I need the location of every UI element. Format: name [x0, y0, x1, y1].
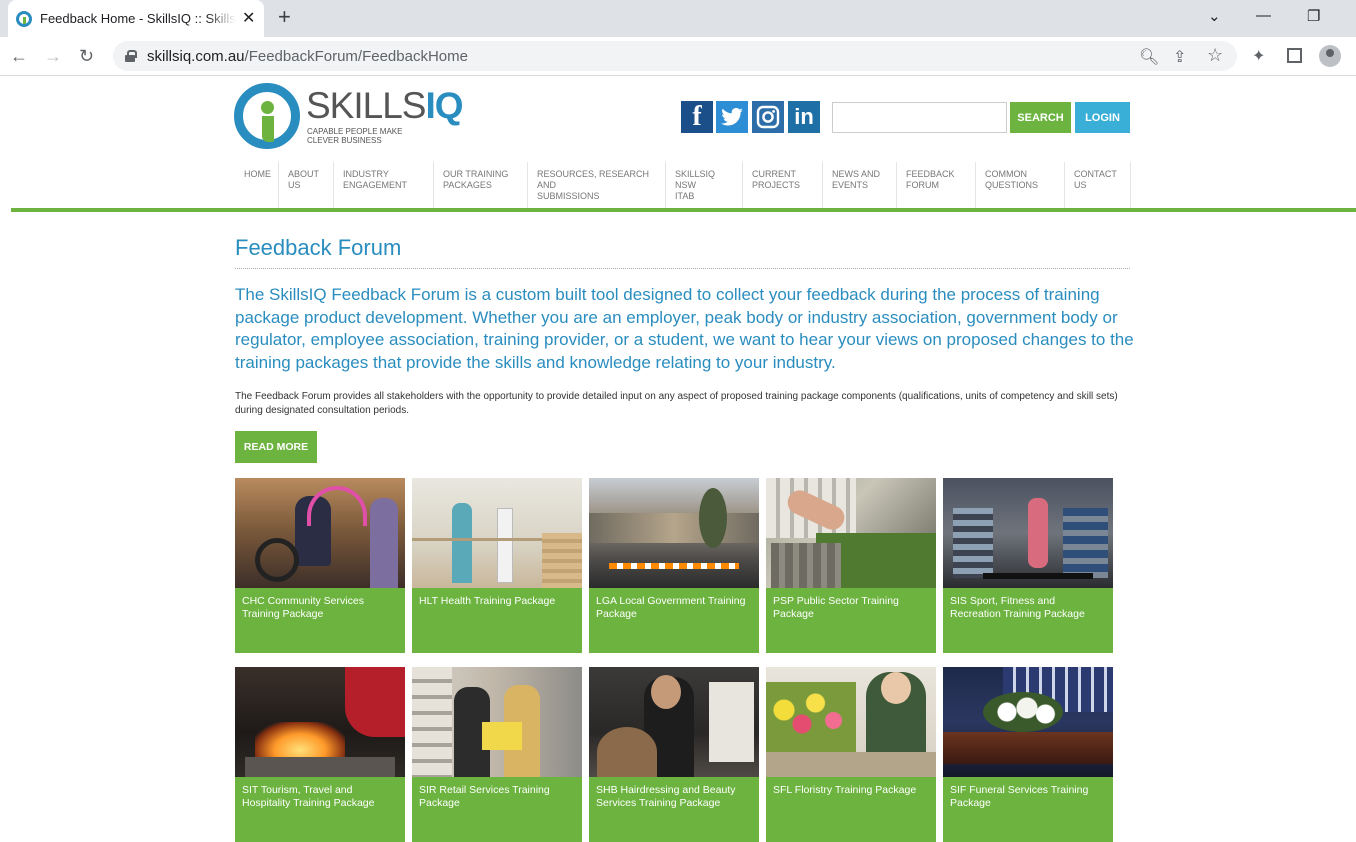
card-image — [235, 478, 405, 588]
card-sir-retail-services[interactable]: SIR Retail Services Training Package — [412, 667, 582, 842]
intro-body: The Feedback Forum provides all stakehol… — [235, 391, 1118, 416]
card-sfl-floristry[interactable]: SFL Floristry Training Package — [766, 667, 936, 842]
card-caption: HLT Health Training Package — [419, 595, 556, 607]
logo-mark-icon — [234, 83, 300, 149]
page-title: Feedback Forum — [235, 235, 402, 260]
header-divider — [11, 208, 1356, 212]
card-sit-tourism-travel[interactable]: SIT Tourism, Travel and Hospitality Trai… — [235, 667, 405, 842]
nav-industry-engagement[interactable]: INDUSTRY ENGAGEMENT — [334, 162, 434, 209]
card-image — [589, 478, 759, 588]
card-caption: SIT Tourism, Travel and Hospitality Trai… — [242, 784, 375, 809]
page: SKILLSIQ CAPABLE PEOPLE MAKE CLEVER BUSIN… — [0, 76, 1356, 842]
profile-avatar-icon[interactable] — [1319, 45, 1341, 67]
intro-lead: The SkillsIQ Feedback Forum is a custom … — [235, 285, 1134, 372]
url-text[interactable]: skillsiq.com.au/FeedbackForum/FeedbackHo… — [147, 48, 468, 65]
login-button[interactable]: LOGIN — [1075, 102, 1130, 133]
card-shb-hairdressing-beauty[interactable]: SHB Hairdressing and Beauty Services Tra… — [589, 667, 759, 842]
card-caption: SIF Funeral Services Training Package — [950, 784, 1089, 809]
twitter-icon[interactable] — [716, 101, 748, 133]
card-image — [943, 667, 1113, 777]
card-lga-local-government[interactable]: LGA Local Government Training Package — [589, 478, 759, 653]
back-icon[interactable]: ← — [10, 46, 28, 66]
linkedin-icon[interactable]: in — [788, 101, 820, 133]
card-chc-community-services[interactable]: CHC Community Services Training Package — [235, 478, 405, 653]
card-image — [589, 667, 759, 777]
new-tab-button[interactable]: + — [278, 6, 291, 28]
search-input[interactable] — [832, 102, 1007, 133]
bookmark-star-icon[interactable]: ☆ — [1207, 45, 1223, 66]
tab-search-icon[interactable]: ⌄ — [1208, 7, 1221, 25]
favicon-icon — [16, 10, 32, 27]
card-image — [412, 478, 582, 588]
logo-tagline: CAPABLE PEOPLE MAKE CLEVER BUSINESS — [307, 127, 403, 145]
zoom-icon[interactable]: 🔍︎ — [1139, 47, 1159, 67]
card-caption: PSP Public Sector Training Package — [773, 595, 899, 620]
nav-current-projects[interactable]: CURRENT PROJECTS — [743, 162, 823, 209]
card-hlt-health[interactable]: HLT Health Training Package — [412, 478, 582, 653]
card-image — [943, 478, 1113, 588]
card-caption: CHC Community Services Training Package — [242, 595, 364, 620]
reload-icon[interactable]: ↻ — [79, 46, 94, 66]
card-caption: SFL Floristry Training Package — [773, 784, 917, 796]
nav-skillsiq-nsw-itab[interactable]: SKILLSIQ NSW ITAB — [666, 162, 743, 209]
nav-feedback-forum[interactable]: FEEDBACK FORUM — [897, 162, 976, 209]
search-button[interactable]: SEARCH — [1010, 102, 1071, 133]
card-image — [235, 667, 405, 777]
card-caption: SHB Hairdressing and Beauty Services Tra… — [596, 784, 736, 809]
nav-resources-research[interactable]: RESOURCES, RESEARCH AND SUBMISSIONS — [528, 162, 666, 209]
card-image — [412, 667, 582, 777]
extensions-icon[interactable]: ✦ — [1252, 46, 1265, 66]
nav-our-training-packages[interactable]: OUR TRAINING PACKAGES — [434, 162, 528, 209]
title-divider — [235, 268, 1130, 269]
main-nav: HOME ABOUT US INDUSTRY ENGAGEMENT OUR TRAI… — [235, 162, 1131, 209]
nav-news-and-events[interactable]: NEWS AND EVENTS — [823, 162, 897, 209]
restore-button[interactable]: ❐ — [1307, 7, 1320, 25]
logo-wordmark: SKILLSIQ — [306, 85, 464, 126]
browser-tab-bar: Feedback Home - SkillsIQ :: SkillsIQ ✕ +… — [0, 0, 1356, 37]
lock-icon[interactable] — [125, 50, 137, 62]
facebook-icon[interactable]: f — [681, 101, 713, 133]
tab-close-icon[interactable]: ✕ — [242, 10, 255, 27]
address-bar[interactable]: skillsiq.com.au/FeedbackForum/FeedbackHo… — [113, 41, 1237, 71]
read-more-button[interactable]: READ MORE — [235, 431, 317, 463]
forward-icon[interactable]: → — [44, 46, 62, 66]
card-caption: SIS Sport, Fitness and Recreation Traini… — [950, 595, 1085, 620]
minimize-button[interactable]: — — [1256, 7, 1271, 24]
skillsiq-logo[interactable]: SKILLSIQ CAPABLE PEOPLE MAKE CLEVER BUSIN… — [234, 83, 464, 153]
card-caption: SIR Retail Services Training Package — [419, 784, 550, 809]
card-image — [766, 667, 936, 777]
card-image — [766, 478, 936, 588]
card-psp-public-sector[interactable]: PSP Public Sector Training Package — [766, 478, 936, 653]
share-icon[interactable]: ⇪ — [1173, 47, 1186, 67]
nav-home[interactable]: HOME — [235, 162, 279, 209]
card-sis-sport-fitness[interactable]: SIS Sport, Fitness and Recreation Traini… — [943, 478, 1113, 653]
nav-contact-us[interactable]: CONTACT US — [1065, 162, 1131, 209]
nav-about-us[interactable]: ABOUT US — [279, 162, 334, 209]
browser-tab[interactable]: Feedback Home - SkillsIQ :: SkillsIQ ✕ — [8, 0, 264, 37]
instagram-icon[interactable] — [752, 101, 784, 133]
browser-toolbar: ← → ↻ skillsiq.com.au/FeedbackForum/Feed… — [0, 37, 1356, 76]
nav-common-questions[interactable]: COMMON QUESTIONS — [976, 162, 1065, 209]
card-caption: LGA Local Government Training Package — [596, 595, 746, 620]
tab-title: Feedback Home - SkillsIQ :: SkillsIQ — [40, 11, 236, 26]
side-panel-icon[interactable] — [1287, 48, 1302, 63]
card-sif-funeral-services[interactable]: SIF Funeral Services Training Package — [943, 667, 1113, 842]
